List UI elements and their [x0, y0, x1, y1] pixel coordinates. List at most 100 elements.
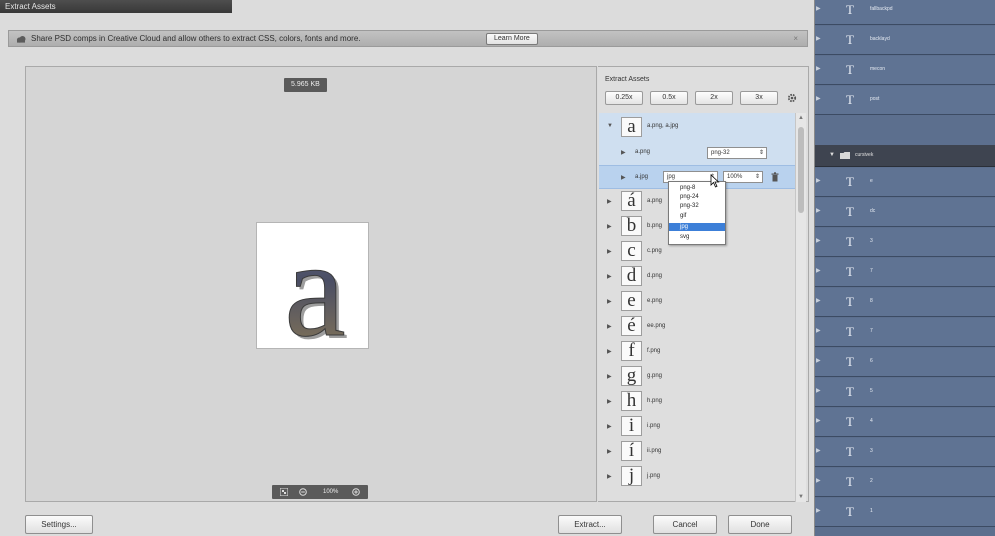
format-option-jpg[interactable]: jpg: [669, 223, 725, 231]
expand-arrow-icon[interactable]: ▶: [607, 298, 612, 305]
asset-row[interactable]: ▶ é ee.png: [599, 314, 795, 339]
asset-row[interactable]: ▶ j j.png: [599, 464, 795, 489]
layer-row[interactable]: ▶ T 3: [815, 438, 995, 467]
expand-arrow-icon[interactable]: ▶: [607, 448, 612, 455]
scale-button-0-5x[interactable]: 0.5x: [650, 91, 688, 105]
asset-row[interactable]: ▶ g g.png: [599, 364, 795, 389]
collapse-arrow-icon[interactable]: ▼: [607, 123, 613, 129]
layer-row[interactable]: ▶ T 1: [815, 498, 995, 527]
quality-select[interactable]: 100% ⇕: [723, 171, 763, 183]
close-icon[interactable]: ×: [793, 33, 798, 45]
collapse-arrow-icon[interactable]: ▼: [829, 152, 835, 158]
asset-row[interactable]: ▶ i i.png: [599, 414, 795, 439]
asset-label: h.png: [647, 398, 663, 404]
visibility-arrow-icon[interactable]: ▶: [816, 177, 821, 184]
extract-button[interactable]: Extract...: [558, 515, 622, 534]
expand-arrow-icon[interactable]: ▶: [607, 473, 612, 480]
visibility-arrow-icon[interactable]: ▶: [816, 477, 821, 484]
visibility-arrow-icon[interactable]: ▶: [816, 297, 821, 304]
asset-tree: ▼ a a.png, a.jpg ▶ a.png png-32 ⇕ ▶ a.jp…: [599, 113, 795, 502]
visibility-arrow-icon[interactable]: ▶: [816, 327, 821, 334]
layer-group-row[interactable]: ▼ cursivek: [815, 145, 995, 167]
asset-row[interactable]: ▶ f f.png: [599, 339, 795, 364]
layer-row[interactable]: ▶ Tdc: [815, 198, 995, 227]
asset-label: j.png: [647, 473, 661, 479]
done-button[interactable]: Done: [728, 515, 792, 534]
cancel-button[interactable]: Cancel: [653, 515, 717, 534]
layer-name: 5: [870, 388, 873, 394]
layer-row[interactable]: ▶ Tmecon: [815, 56, 995, 85]
format-option-png-32[interactable]: png-32: [669, 202, 725, 210]
format-option-svg[interactable]: svg: [669, 233, 725, 241]
layer-row[interactable]: ▶ Tfallbackpd: [815, 0, 995, 25]
scale-button-3x[interactable]: 3x: [740, 91, 778, 105]
expand-arrow-icon[interactable]: ▶: [607, 398, 612, 405]
asset-row[interactable]: ▶ e e.png: [599, 289, 795, 314]
learn-more-button[interactable]: Learn More: [486, 33, 538, 45]
checkerboard-icon[interactable]: [280, 488, 288, 496]
layer-row[interactable]: ▶ Tpost: [815, 86, 995, 115]
expand-arrow-icon[interactable]: ▶: [621, 149, 626, 156]
expand-arrow-icon[interactable]: ▶: [621, 174, 626, 181]
layer-name: post: [870, 96, 880, 102]
visibility-arrow-icon[interactable]: ▶: [816, 267, 821, 274]
asset-thumbnail: f: [621, 341, 642, 361]
visibility-arrow-icon[interactable]: ▶: [816, 5, 821, 12]
layer-row[interactable]: ▶ T 7: [815, 318, 995, 347]
text-layer-icon: T: [846, 444, 854, 459]
asset-thumbnail: d: [621, 266, 642, 286]
asset-label: d.png: [647, 273, 663, 279]
settings-button[interactable]: Settings...: [25, 515, 93, 534]
format-option-png-24[interactable]: png-24: [669, 193, 725, 201]
scale-button-2x[interactable]: 2x: [695, 91, 733, 105]
expand-arrow-icon[interactable]: ▶: [607, 273, 612, 280]
asset-variant-png[interactable]: ▶ a.png png-32 ⇕: [599, 140, 795, 165]
layer-name: fallbackpd: [870, 6, 893, 12]
visibility-arrow-icon[interactable]: ▶: [816, 35, 821, 42]
expand-arrow-icon[interactable]: ▶: [607, 198, 612, 205]
visibility-arrow-icon[interactable]: ▶: [816, 95, 821, 102]
expand-arrow-icon[interactable]: ▶: [607, 348, 612, 355]
asset-row-a[interactable]: ▼ a a.png, a.jpg: [599, 113, 795, 140]
zoom-out-icon[interactable]: [299, 488, 307, 496]
variant-label: a.jpg: [635, 174, 649, 180]
layer-name: dc: [870, 208, 876, 214]
format-select-png[interactable]: png-32 ⇕: [707, 147, 767, 159]
scroll-down-icon[interactable]: ▼: [798, 494, 804, 500]
scale-button-0-25x[interactable]: 0.25x: [605, 91, 643, 105]
visibility-arrow-icon[interactable]: ▶: [816, 237, 821, 244]
trash-icon[interactable]: [771, 172, 779, 182]
mouse-cursor-icon: [710, 174, 720, 188]
expand-arrow-icon[interactable]: ▶: [607, 248, 612, 255]
layer-row[interactable]: ▶ T 6: [815, 348, 995, 377]
layer-row[interactable]: ▶ Te: [815, 168, 995, 197]
layer-name: 2: [870, 478, 873, 484]
asset-list-scrollbar[interactable]: ▲ ▼: [795, 113, 806, 502]
gear-icon[interactable]: [787, 93, 797, 103]
layer-row[interactable]: ▶ T 8: [815, 288, 995, 317]
scroll-thumb[interactable]: [798, 127, 804, 213]
layer-row[interactable]: ▶ T 5: [815, 378, 995, 407]
expand-arrow-icon[interactable]: ▶: [607, 323, 612, 330]
expand-arrow-icon[interactable]: ▶: [607, 223, 612, 230]
format-option-gif[interactable]: gif: [669, 212, 725, 220]
visibility-arrow-icon[interactable]: ▶: [816, 65, 821, 72]
visibility-arrow-icon[interactable]: ▶: [816, 207, 821, 214]
asset-row[interactable]: ▶ h h.png: [599, 389, 795, 414]
scroll-up-icon[interactable]: ▲: [798, 115, 804, 121]
visibility-arrow-icon[interactable]: ▶: [816, 357, 821, 364]
layer-row[interactable]: ▶ T 2: [815, 468, 995, 497]
layer-row[interactable]: ▶ Tbacklayd: [815, 26, 995, 55]
layer-row[interactable]: ▶ T 4: [815, 408, 995, 437]
layer-row[interactable]: ▶ T 7: [815, 258, 995, 287]
visibility-arrow-icon[interactable]: ▶: [816, 417, 821, 424]
layer-row[interactable]: ▶ T 3: [815, 228, 995, 257]
expand-arrow-icon[interactable]: ▶: [607, 373, 612, 380]
asset-row[interactable]: ▶ d d.png: [599, 264, 795, 289]
visibility-arrow-icon[interactable]: ▶: [816, 447, 821, 454]
visibility-arrow-icon[interactable]: ▶: [816, 507, 821, 514]
zoom-in-icon[interactable]: [352, 488, 360, 496]
visibility-arrow-icon[interactable]: ▶: [816, 387, 821, 394]
asset-row[interactable]: ▶ í ii.png: [599, 439, 795, 464]
expand-arrow-icon[interactable]: ▶: [607, 423, 612, 430]
